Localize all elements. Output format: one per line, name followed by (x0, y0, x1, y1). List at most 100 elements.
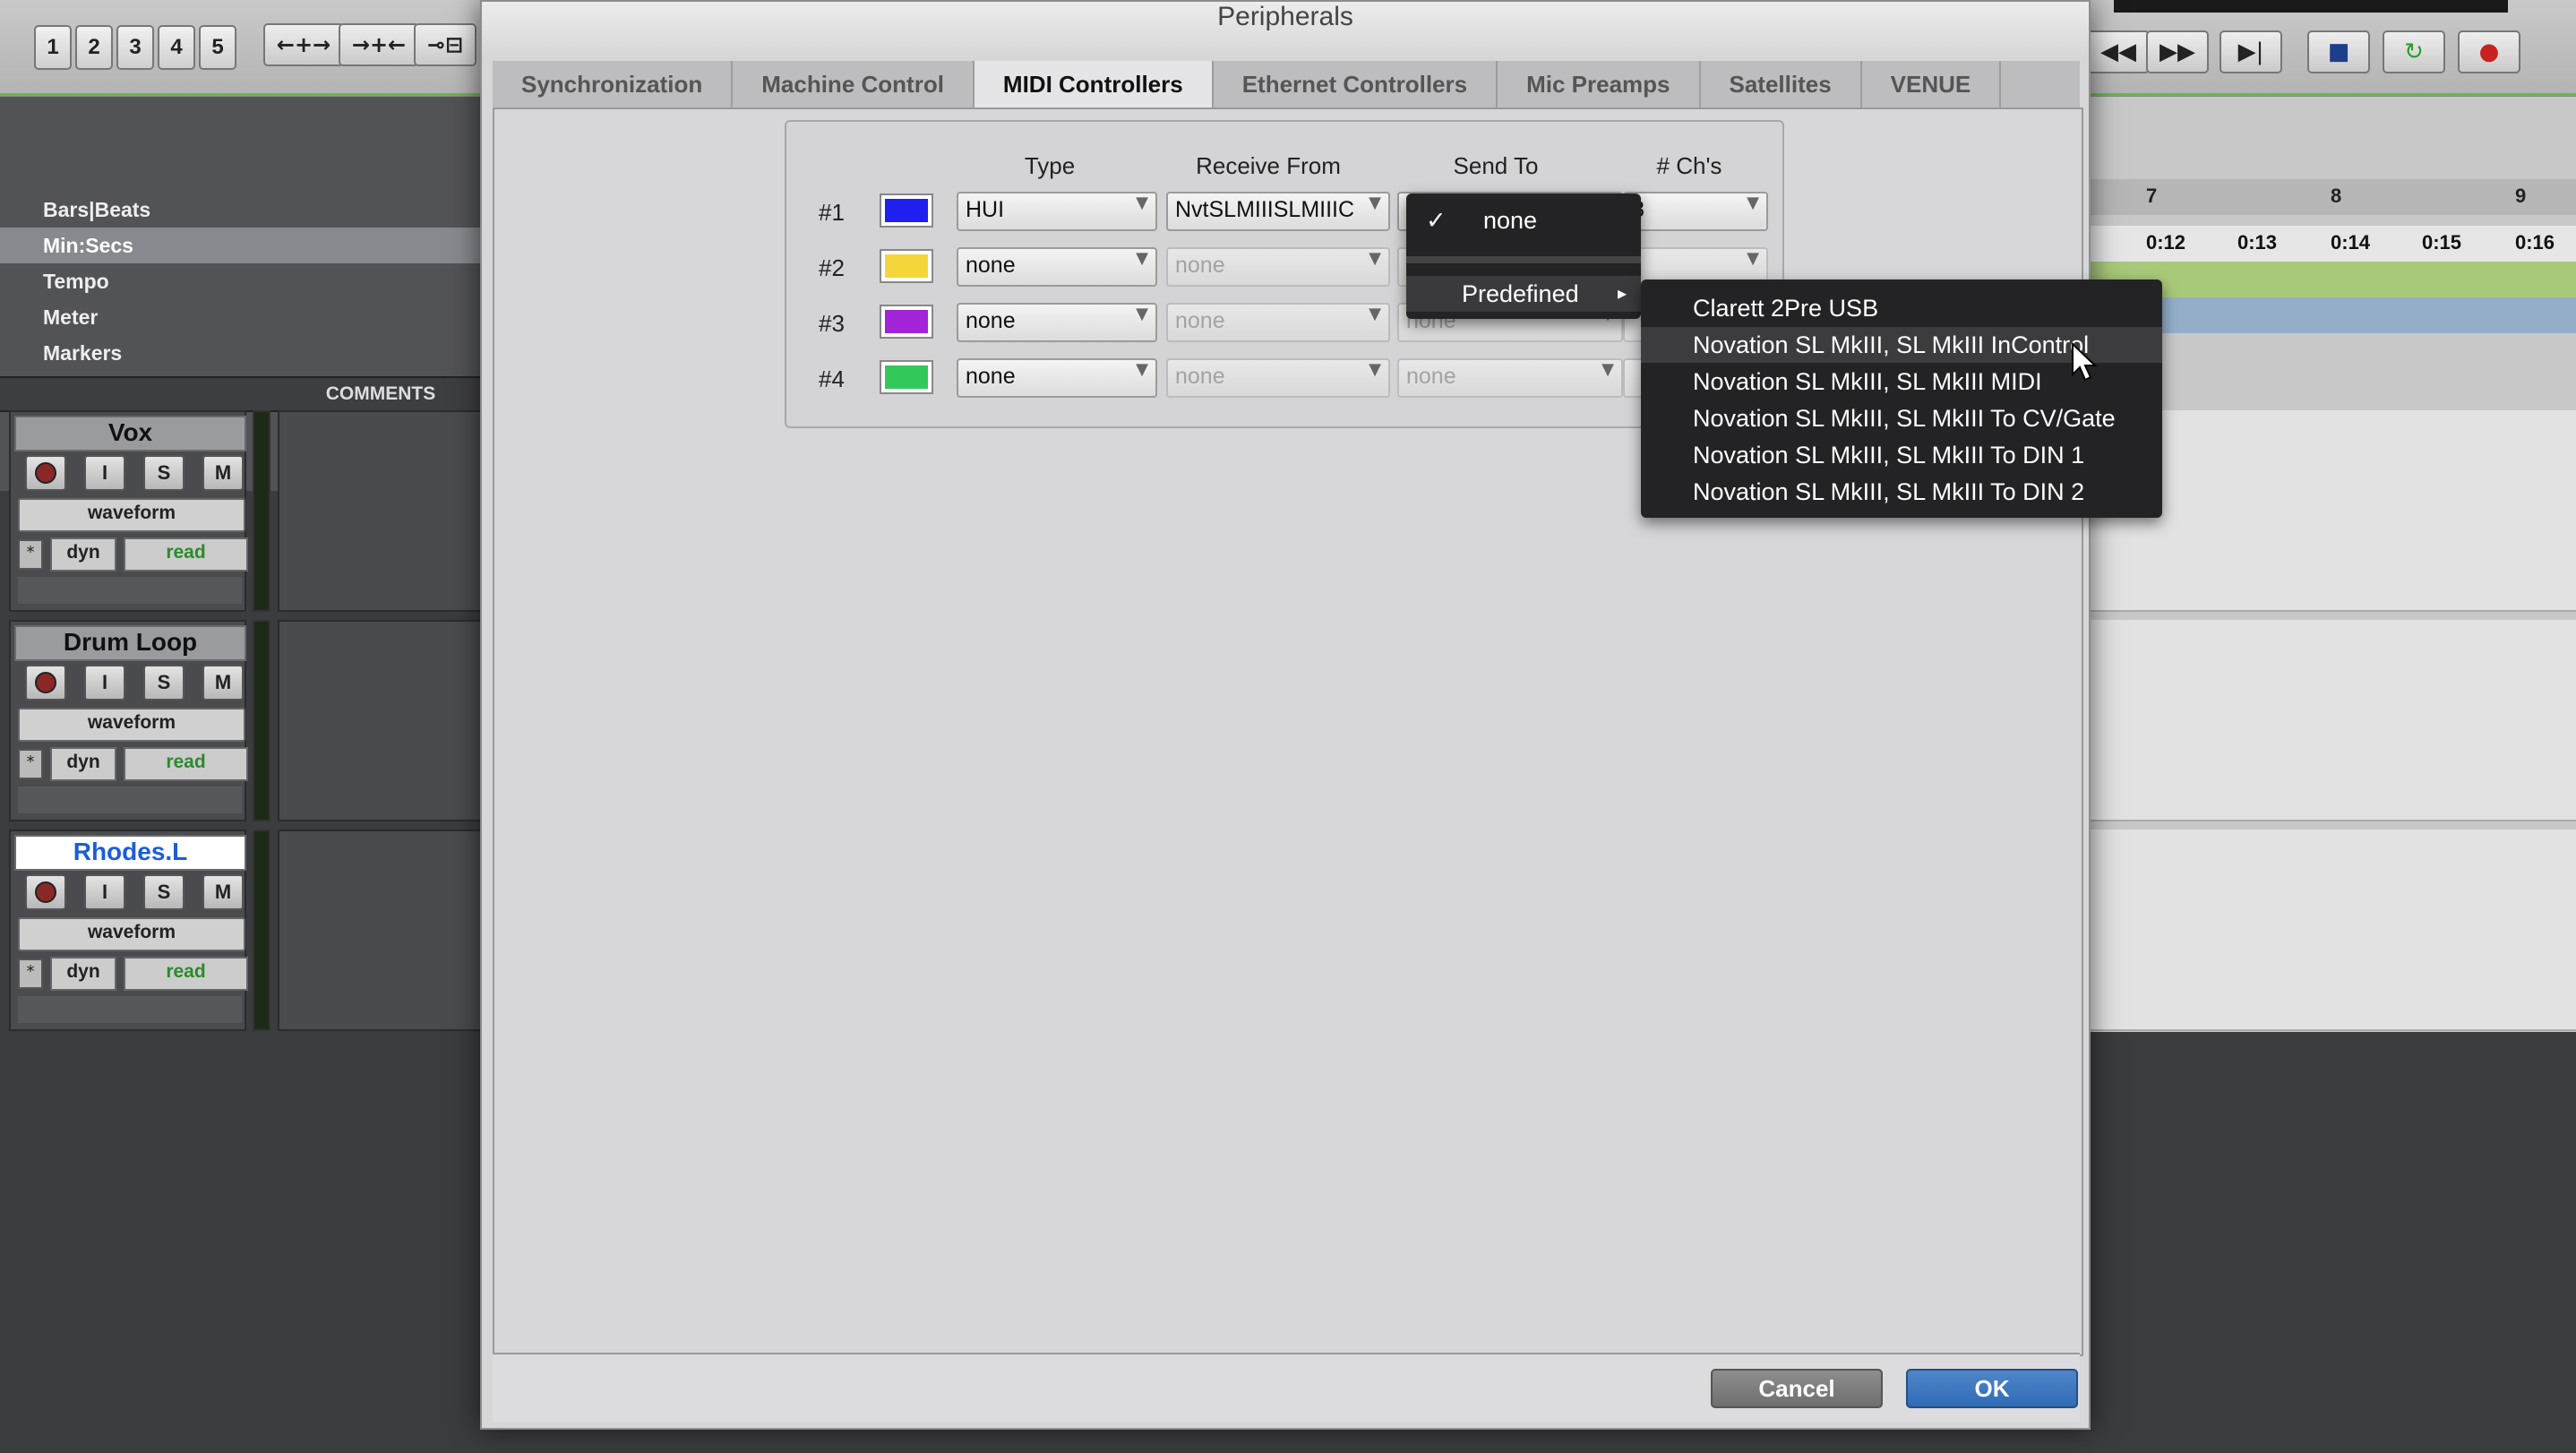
track-name[interactable]: Drum Loop (14, 625, 246, 661)
track-playlist[interactable] (2087, 620, 2576, 821)
fast-forward-button[interactable]: ▶▶ (2146, 30, 2209, 73)
receive-from-select[interactable]: none ▼ (1166, 303, 1390, 342)
rewind-button[interactable]: ◀◀ (2087, 30, 2150, 73)
record-enable-button[interactable] (25, 665, 66, 701)
tab-ethernet-controllers[interactable]: Ethernet Controllers (1214, 61, 1498, 107)
track-timebase-row (18, 787, 242, 813)
loop-play-button[interactable]: ↻ (2383, 30, 2445, 73)
input-monitor-button[interactable]: I (84, 455, 125, 491)
controller-color-swatch[interactable] (880, 193, 933, 228)
submenu-arrow-icon: ▸ (1617, 284, 1627, 304)
track-name[interactable]: Rhodes.L (14, 835, 246, 871)
input-monitor-button[interactable]: I (84, 665, 125, 701)
zoom-preset-3[interactable]: 3 (116, 25, 154, 70)
mute-button[interactable]: M (202, 874, 244, 910)
controller-color-fill (885, 310, 928, 333)
trim-tool-button[interactable]: →+← (339, 23, 419, 66)
mute-button[interactable]: M (202, 665, 244, 701)
controller-color-swatch[interactable] (880, 305, 933, 339)
stop-button[interactable]: ■ (2307, 30, 2370, 73)
menu-item-none[interactable]: ✓ none (1406, 202, 1641, 238)
type-select[interactable]: HUI ▼ (957, 192, 1157, 231)
controller-row-label: #1 (819, 199, 845, 226)
receive-from-select[interactable]: none ▼ (1166, 358, 1390, 398)
send-to-menu: ✓ none Predefined ▸ (1406, 193, 1641, 319)
type-select[interactable]: none ▼ (957, 303, 1157, 342)
zoom-tool-button[interactable]: ←+→ (263, 23, 344, 66)
tab-mic-preamps[interactable]: Mic Preamps (1498, 61, 1701, 107)
send-to-select[interactable]: none ▼ (1397, 358, 1623, 398)
asterisk-icon[interactable]: * (18, 959, 43, 989)
record-button[interactable]: ● (2458, 30, 2520, 73)
track-comments[interactable] (278, 620, 484, 821)
record-enable-button[interactable] (25, 455, 66, 491)
track-comments[interactable] (278, 830, 484, 1031)
solo-button[interactable]: S (143, 874, 185, 910)
receive-from-select[interactable]: none ▼ (1166, 247, 1390, 287)
zoom-preset-5[interactable]: 5 (199, 25, 236, 70)
counter-display (2114, 0, 2508, 13)
asterisk-icon[interactable]: * (18, 749, 43, 779)
receive-from-select[interactable]: NvtSLMIIISLMIIIC ▼ (1166, 192, 1390, 231)
track-view-select[interactable]: waveform (18, 917, 245, 951)
menu-item-clarett-2pre-usb[interactable]: Clarett 2Pre USB (1641, 290, 2162, 326)
track-name[interactable]: Vox (14, 416, 246, 451)
type-select[interactable]: none ▼ (957, 247, 1157, 287)
tab-synchronization[interactable]: Synchronization (493, 61, 734, 107)
track-view-select[interactable]: waveform (18, 708, 245, 742)
menu-item-sl-mkiii-din-1[interactable]: Novation SL MkIII, SL MkIII To DIN 1 (1641, 437, 2162, 473)
automation-mode-select[interactable]: read (124, 537, 248, 572)
track-comments[interactable] (278, 410, 484, 612)
tab-satellites[interactable]: Satellites (1701, 61, 1862, 107)
ruler-min-secs[interactable]: Min:Secs (0, 228, 484, 263)
zoom-preset-1[interactable]: 1 (34, 25, 72, 70)
track-view-select[interactable]: waveform (18, 498, 245, 532)
record-icon (35, 881, 56, 903)
asterisk-icon[interactable]: * (18, 539, 43, 570)
cancel-button[interactable]: Cancel (1711, 1369, 1883, 1408)
ruler-bars-beats[interactable]: Bars|Beats (0, 192, 484, 228)
track-automation-row: * dyn read (18, 537, 248, 572)
checkmark-icon: ✓ (1426, 207, 1447, 234)
tab-venue[interactable]: VENUE (1862, 61, 2002, 107)
tab-machine-control[interactable]: Machine Control (733, 61, 975, 107)
bars-ruler[interactable]: 7 8 9 (2087, 179, 2576, 215)
track-playlist[interactable] (2087, 830, 2576, 1031)
bar-number: 9 (2515, 185, 2527, 207)
solo-button[interactable]: S (143, 665, 185, 701)
controller-color-swatch[interactable] (880, 360, 933, 394)
min-secs-ruler[interactable]: 0:12 0:13 0:14 0:15 0:16 (2087, 226, 2576, 262)
menu-item-sl-mkiii-din-2[interactable]: Novation SL MkIII, SL MkIII To DIN 2 (1641, 474, 2162, 510)
mute-button[interactable]: M (202, 455, 244, 491)
automation-mode-select[interactable]: read (124, 747, 248, 781)
ruler-meter[interactable]: Meter (0, 299, 484, 335)
menu-item-predefined[interactable]: Predefined ▸ (1406, 276, 1641, 312)
dyn-button[interactable]: dyn (50, 747, 116, 781)
menu-item-label: Predefined (1462, 280, 1579, 307)
ok-button[interactable]: OK (1906, 1369, 2078, 1408)
track-automation-row: * dyn read (18, 957, 248, 991)
dyn-button[interactable]: dyn (50, 537, 116, 572)
go-to-end-button[interactable]: ▶| (2220, 30, 2282, 73)
record-enable-button[interactable] (25, 874, 66, 910)
controller-row-label: #2 (819, 254, 845, 281)
menu-item-sl-mkiii-cv-gate[interactable]: Novation SL MkIII, SL MkIII To CV/Gate (1641, 400, 2162, 436)
type-select[interactable]: none ▼ (957, 358, 1157, 398)
menu-item-label: none (1483, 207, 1538, 234)
tab-midi-controllers[interactable]: MIDI Controllers (974, 61, 1214, 107)
ruler-markers[interactable]: Markers (0, 335, 484, 371)
zoom-preset-4[interactable]: 4 (158, 25, 195, 70)
ruler-tempo[interactable]: Tempo (0, 263, 484, 299)
controller-color-fill (885, 365, 928, 389)
chevron-down-icon: ▼ (1136, 360, 1148, 379)
selector-tool-button[interactable]: ⊸⊟ (414, 23, 477, 66)
zoom-preset-2[interactable]: 2 (75, 25, 113, 70)
solo-button[interactable]: S (143, 455, 185, 491)
chevron-down-icon: ▼ (1136, 193, 1148, 212)
input-monitor-button[interactable]: I (84, 874, 125, 910)
track-meter (253, 830, 270, 1031)
channels-select[interactable]: 8▼ (1623, 192, 1768, 231)
automation-mode-select[interactable]: read (124, 957, 248, 991)
dyn-button[interactable]: dyn (50, 957, 116, 991)
controller-color-swatch[interactable] (880, 249, 933, 283)
